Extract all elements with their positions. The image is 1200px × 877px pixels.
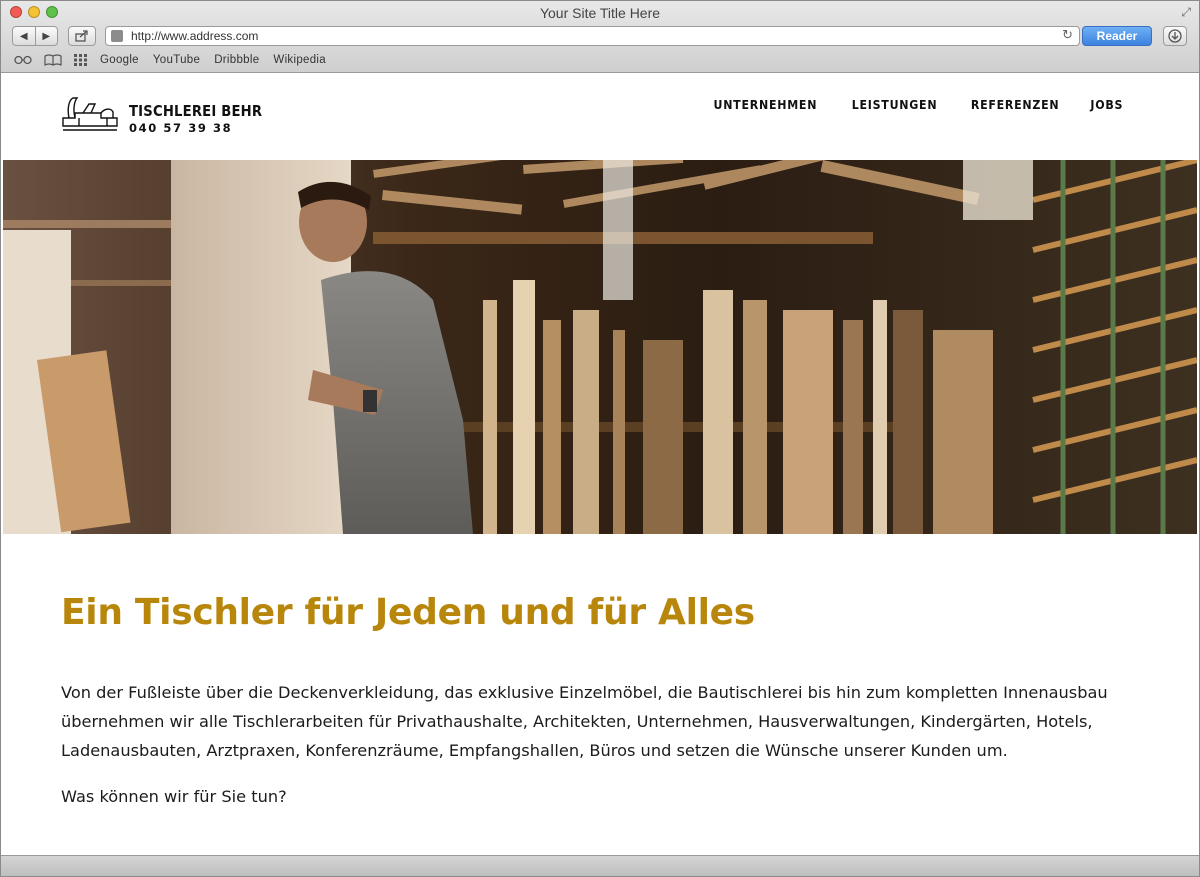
fullscreen-icon[interactable]: ⤢ xyxy=(1181,5,1191,20)
site-header: TISCHLEREI BEHR 040 57 39 38 UNTERNEHMEN… xyxy=(3,73,1197,160)
share-icon xyxy=(75,30,88,42)
url-text[interactable]: http://www.address.com xyxy=(131,29,258,43)
nav-item-referenzen[interactable]: REFERENZEN xyxy=(971,98,1060,112)
brand-phone: 040 57 39 38 xyxy=(129,121,233,135)
bookmark-youtube[interactable]: YouTube xyxy=(153,54,200,66)
downloads-button[interactable] xyxy=(1163,26,1187,46)
window-title: Your Site Title Here xyxy=(539,5,661,21)
bookmarks-bar: Google YouTube Dribbble Wikipedia xyxy=(14,52,340,68)
reader-button[interactable]: Reader xyxy=(1082,26,1152,46)
bookmark-google[interactable]: Google xyxy=(100,54,139,66)
nav-item-jobs[interactable]: JOBS xyxy=(1091,98,1124,112)
bookmark-dribbble[interactable]: Dribbble xyxy=(214,54,259,66)
favicon-icon xyxy=(111,30,123,42)
web-page: TISCHLEREI BEHR 040 57 39 38 UNTERNEHMEN… xyxy=(3,73,1197,855)
main-nav: UNTERNEHMEN LEISTUNGEN REFERENZEN JOBS xyxy=(709,98,1125,112)
nav-item-leistungen[interactable]: LEISTUNGEN xyxy=(852,98,938,112)
forward-button[interactable]: ▶ xyxy=(34,27,58,45)
status-bar xyxy=(1,855,1199,876)
bookmark-wikipedia[interactable]: Wikipedia xyxy=(273,54,326,66)
brand-name: TISCHLEREI BEHR xyxy=(129,102,263,120)
share-button[interactable] xyxy=(68,26,96,46)
top-sites-grid-icon[interactable] xyxy=(74,54,88,66)
bookmarks-icon[interactable] xyxy=(44,54,62,66)
browser-window: Your Site Title Here ⤢ ◀ ▶ http://www.ad… xyxy=(0,0,1200,877)
nav-item-unternehmen[interactable]: UNTERNEHMEN xyxy=(714,98,818,112)
intro-paragraph: Von der Fußleiste über die Deckenverklei… xyxy=(61,683,1108,760)
reading-list-icon[interactable] xyxy=(14,55,32,65)
main-content: Ein Tischler für Jeden und für Alles Von… xyxy=(61,592,1141,806)
reload-icon[interactable]: ↻ xyxy=(1062,28,1073,43)
page-headline: Ein Tischler für Jeden und für Alles xyxy=(61,592,755,633)
call-to-action-text: Was können wir für Sie tun? xyxy=(61,787,287,806)
download-icon xyxy=(1168,29,1182,43)
back-button[interactable]: ◀ xyxy=(13,27,35,45)
address-bar[interactable]: http://www.address.com ↻ xyxy=(105,26,1080,46)
plane-tool-icon xyxy=(62,97,118,131)
browser-toolbar: Your Site Title Here ⤢ ◀ ▶ http://www.ad… xyxy=(1,1,1199,73)
hero-image xyxy=(3,160,1197,534)
history-buttons: ◀ ▶ xyxy=(12,26,58,46)
workshop-photo xyxy=(3,160,1197,534)
site-logo[interactable]: TISCHLEREI BEHR 040 57 39 38 xyxy=(61,96,262,135)
